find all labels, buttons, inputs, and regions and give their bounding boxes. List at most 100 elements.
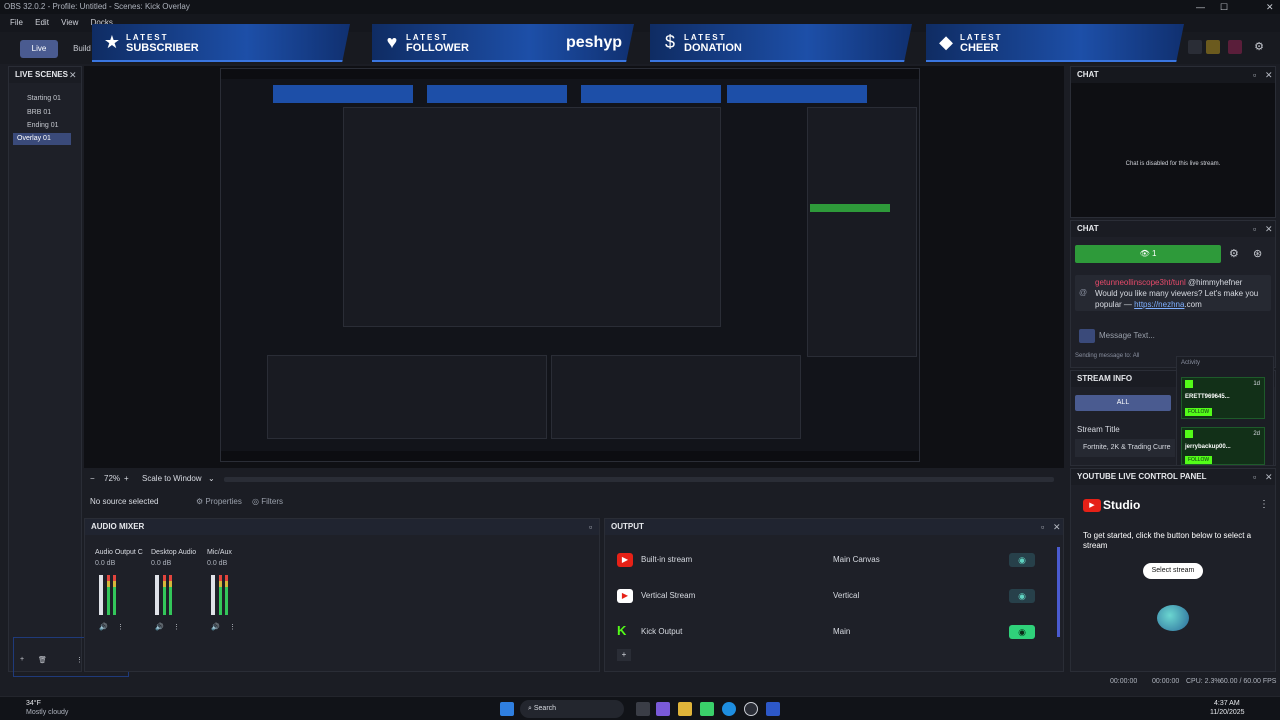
follow-badge: FOLLOW (1185, 456, 1213, 464)
window-title: OBS 32.0.2 - Profile: Untitled - Scenes:… (4, 2, 190, 11)
chevron-down-icon[interactable]: ⌄ (208, 470, 215, 488)
task-view-icon[interactable] (636, 702, 650, 716)
volume-meter (225, 575, 228, 615)
gear-icon[interactable]: ⚙ (1229, 247, 1239, 260)
toolbar-icon-2[interactable] (1206, 40, 1220, 54)
weather-temp[interactable]: 34°F (26, 700, 41, 707)
zoom-level[interactable]: 72% (104, 470, 120, 488)
app-icon[interactable] (656, 702, 670, 716)
app-icon[interactable] (766, 702, 780, 716)
obs-icon[interactable] (744, 702, 758, 716)
emote-icon[interactable] (1079, 329, 1095, 343)
scene-item[interactable]: Ending 01 (23, 120, 79, 132)
float-icon[interactable]: ▫ (57, 67, 60, 83)
nested-output (551, 355, 801, 439)
speaker-icon[interactable]: 🔊 (99, 623, 108, 631)
channel-db: 0.0 dB (151, 560, 172, 567)
source-toolbar: No source selected ⚙ Properties ◎ Filter… (84, 492, 1064, 512)
float-icon[interactable]: ▫ (1253, 221, 1256, 237)
live-mode-button[interactable]: Live (20, 40, 58, 58)
more-icon[interactable]: ⋮ (173, 623, 180, 631)
live-scenes-dock: LIVE SCENES ▫ ✕ Starting 01 BRB 01 Endin… (8, 66, 129, 677)
minimize-icon[interactable]: — (1196, 0, 1205, 14)
output-scrollbar[interactable] (1057, 547, 1060, 637)
edge-icon[interactable] (722, 702, 736, 716)
close-icon[interactable]: ✕ (1265, 67, 1273, 83)
youtube-icon: ▶ (1083, 499, 1101, 512)
stream-title-label: Stream Title (1077, 425, 1120, 434)
search-box[interactable]: ⌕ Search (520, 700, 624, 718)
menu-view[interactable]: View (61, 18, 78, 27)
fps-readout: 60.00 / 60.00 FPS (1220, 678, 1277, 685)
float-icon[interactable]: ▫ (1253, 469, 1256, 485)
output-row: K Kick Output Main ◉ (617, 619, 1045, 645)
settings-icon[interactable]: ⊛ (1253, 247, 1262, 260)
speaker-icon[interactable]: 🔊 (155, 623, 164, 631)
activity-age: 1d (1253, 381, 1260, 387)
add-output-icon[interactable]: + (617, 649, 631, 661)
close-icon[interactable]: ✕ (1265, 221, 1273, 237)
banner-type-label: FOLLOWER (406, 42, 469, 54)
scale-select[interactable]: Scale to Window (142, 470, 202, 488)
all-filter-button[interactable]: ALL (1075, 395, 1171, 411)
more-icon[interactable]: ⋮ (76, 656, 83, 664)
channel-name: Mic/Aux (207, 549, 232, 556)
zoom-in-icon[interactable]: + (124, 470, 129, 488)
volume-slider[interactable] (211, 575, 215, 615)
close-icon[interactable]: ✕ (69, 67, 77, 83)
volume-slider[interactable] (155, 575, 159, 615)
broadcast-toggle[interactable]: ◉ (1009, 553, 1035, 567)
float-icon[interactable]: ▫ (1253, 67, 1256, 83)
activity-name: ERETT969645... (1185, 394, 1230, 400)
kick-icon: K (617, 623, 627, 638)
clock-date[interactable]: 11/20/2025 (1210, 709, 1245, 716)
output-name: Built-in stream (641, 555, 693, 564)
menu-file[interactable]: File (10, 18, 23, 27)
audio-mixer-dock: AUDIO MIXER ▫ Audio Output C 0.0 dB 🔊 ⋮ … (84, 518, 600, 672)
file-explorer-icon[interactable] (678, 702, 692, 716)
mascot-image (1157, 605, 1189, 631)
filters-button[interactable]: ◎ Filters (252, 492, 283, 512)
banner-latest-label: LATEST (406, 33, 449, 42)
speaker-icon[interactable]: 🔊 (211, 623, 220, 631)
stream-title-field[interactable]: Fortnite, 2K & Trading Curre (1075, 439, 1175, 457)
weather-desc[interactable]: Mostly cloudy (26, 709, 68, 716)
scene-item-selected[interactable]: Overlay 01 (13, 133, 71, 145)
broadcast-toggle[interactable]: ◉ (1009, 589, 1035, 603)
close-icon[interactable]: ✕ (1265, 469, 1273, 485)
add-icon[interactable]: + (20, 656, 24, 663)
studio-brand: Studio (1103, 498, 1141, 512)
more-icon[interactable]: ⋮ (229, 623, 236, 631)
app-icon[interactable] (700, 702, 714, 716)
preview-scrollbar[interactable] (224, 477, 1054, 482)
chat-link[interactable]: https://nezhna (1134, 300, 1184, 309)
zoom-out-icon[interactable]: − (90, 470, 95, 488)
settings-icon[interactable]: ⚙ (1252, 40, 1266, 54)
dollar-icon: $ (664, 32, 675, 52)
viewer-count-bar: 👁 1 (1075, 245, 1221, 263)
more-icon[interactable]: ⋮ (117, 623, 124, 631)
clock-time[interactable]: 4:37 AM (1214, 700, 1240, 707)
select-stream-button[interactable]: Select stream (1143, 563, 1203, 579)
channel-db: 0.0 dB (95, 560, 116, 567)
properties-button[interactable]: ⚙ Properties (196, 492, 242, 512)
close-icon[interactable]: ✕ (1266, 0, 1274, 14)
maximize-icon[interactable]: ☐ (1220, 0, 1228, 14)
float-icon[interactable]: ▫ (1041, 519, 1044, 535)
volume-slider[interactable] (99, 575, 103, 615)
scene-item[interactable]: Starting 01 (23, 93, 79, 105)
youtube-control-dock: YOUTUBE LIVE CONTROL PANEL ▫ ✕ ⋮ ▶ Studi… (1070, 468, 1276, 672)
trash-icon[interactable]: 🗑 (38, 656, 47, 664)
float-icon[interactable]: ▫ (589, 519, 592, 535)
nested-inner-preview (343, 107, 721, 327)
message-input[interactable]: Message Text... (1099, 331, 1155, 340)
volume-meter (219, 575, 222, 615)
toolbar-icon-1[interactable] (1188, 40, 1202, 54)
more-icon[interactable]: ⋮ (1259, 499, 1269, 510)
broadcast-toggle-active[interactable]: ◉ (1009, 625, 1035, 639)
close-icon[interactable]: ✕ (1053, 519, 1061, 535)
menu-edit[interactable]: Edit (35, 18, 49, 27)
scene-item[interactable]: BRB 01 (23, 107, 79, 119)
start-icon[interactable] (500, 702, 514, 716)
record-icon[interactable] (1228, 40, 1242, 54)
